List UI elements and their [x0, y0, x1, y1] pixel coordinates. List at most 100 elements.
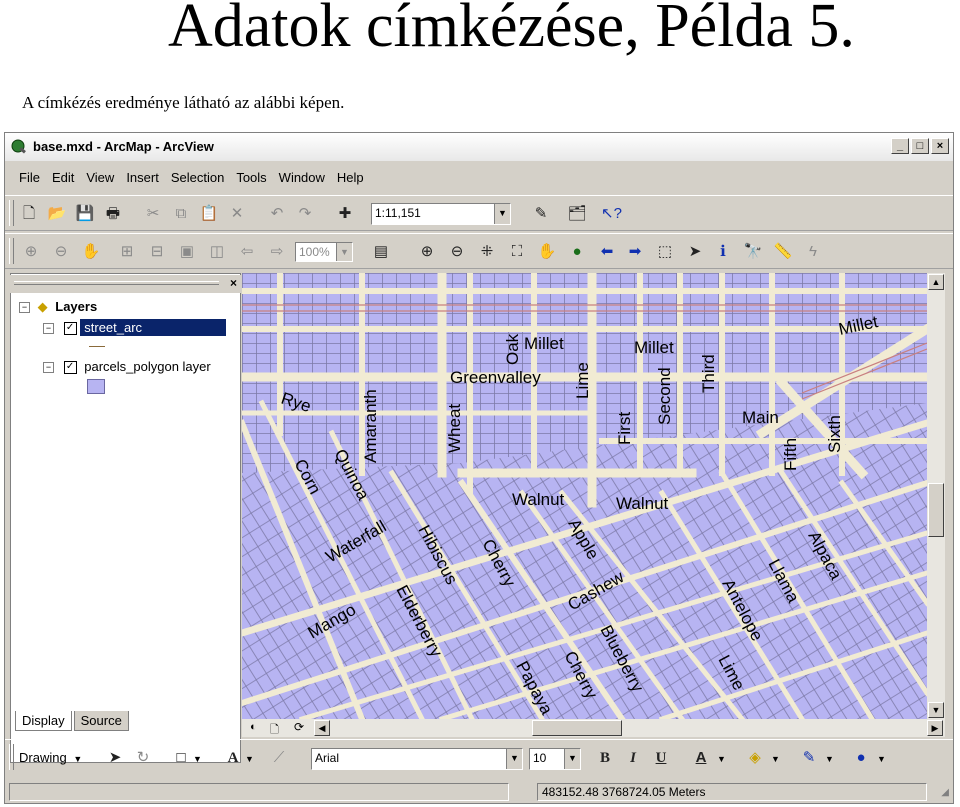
menu-tools[interactable]: Tools: [230, 167, 272, 189]
map-scale-combo[interactable]: 1:11,151 ▼: [371, 203, 511, 225]
chevron-down-icon[interactable]: ▼: [494, 204, 510, 224]
menu-window[interactable]: Window: [273, 167, 331, 189]
font-color-icon[interactable]: A: [691, 748, 711, 768]
paste-icon[interactable]: 📋: [199, 204, 219, 224]
menu-file[interactable]: File: [13, 167, 46, 189]
go-forward-icon[interactable]: ➡: [625, 242, 645, 262]
resize-grip-icon[interactable]: ◢: [941, 787, 949, 798]
zoom-out-layout-icon[interactable]: ⊖: [51, 242, 71, 262]
chevron-down-icon[interactable]: ▼: [336, 243, 352, 261]
chevron-down-icon[interactable]: ▼: [717, 754, 726, 764]
chevron-down-icon[interactable]: ▼: [771, 754, 780, 764]
scroll-down-icon[interactable]: ▼: [928, 702, 944, 718]
scroll-right-icon[interactable]: ▶: [927, 720, 943, 736]
back-extent-layout-icon[interactable]: ⇦: [237, 242, 257, 262]
layout-zoom-combo[interactable]: 100% ▼: [295, 242, 353, 262]
chevron-down-icon[interactable]: ▼: [877, 754, 886, 764]
collapse-icon[interactable]: −: [43, 323, 54, 335]
map-canvas[interactable]: Millet Millet Millet Oak Greenvalley Lim…: [242, 273, 927, 719]
whats-this-help-icon[interactable]: ↖?: [601, 204, 622, 224]
select-elements-icon[interactable]: ➤: [105, 748, 125, 768]
zoom-out-icon[interactable]: ⊖: [447, 242, 467, 262]
tab-source[interactable]: Source: [73, 711, 129, 731]
editor-toolbar-icon[interactable]: ✎: [531, 204, 551, 224]
chevron-down-icon[interactable]: ▼: [193, 754, 202, 764]
toolbar-grip[interactable]: [9, 200, 14, 226]
horizontal-scrollbar[interactable]: ◐ 🗋 ⟳ ◀ ▶: [242, 719, 945, 737]
bold-button[interactable]: B: [595, 748, 615, 768]
rotate-icon[interactable]: ↻: [133, 748, 153, 768]
menu-selection[interactable]: Selection: [165, 167, 230, 189]
select-elements-icon[interactable]: ➤: [685, 242, 705, 262]
title-bar[interactable]: base.mxd - ArcMap - ArcView _ □ ×: [5, 133, 953, 161]
layer-name-street-arc[interactable]: street_arc: [80, 319, 227, 336]
pan-layout-icon[interactable]: ✋: [81, 242, 101, 262]
italic-button[interactable]: I: [623, 748, 643, 768]
chevron-down-icon[interactable]: ▼: [245, 754, 254, 764]
refresh-icon[interactable]: ⟳: [294, 720, 304, 734]
fixed-zoom-in-layout-icon[interactable]: ⊞: [117, 242, 137, 262]
cut-icon[interactable]: ✂: [143, 204, 163, 224]
edit-vertices-icon[interactable]: ⟋: [269, 748, 289, 768]
menu-view[interactable]: View: [80, 167, 120, 189]
close-icon[interactable]: ×: [230, 276, 237, 290]
open-folder-icon[interactable]: 📂: [47, 204, 67, 224]
vertical-scroll-thumb[interactable]: [928, 483, 944, 537]
chevron-down-icon[interactable]: ▼: [506, 749, 522, 769]
chevron-down-icon[interactable]: ▼: [564, 749, 580, 769]
new-text-icon[interactable]: A: [223, 748, 243, 768]
drawing-menu-button[interactable]: Drawing ▼: [19, 750, 82, 765]
menu-insert[interactable]: Insert: [120, 167, 165, 189]
rectangle-icon[interactable]: □: [171, 748, 191, 768]
tab-display[interactable]: Display: [15, 711, 72, 731]
redo-icon[interactable]: ↷: [295, 204, 315, 224]
forward-extent-layout-icon[interactable]: ⇨: [267, 242, 287, 262]
data-view-icon[interactable]: ◐: [250, 721, 257, 733]
zoom-in-layout-icon[interactable]: ⊕: [21, 242, 41, 262]
fixed-zoom-out-icon[interactable]: ⛶: [507, 242, 527, 262]
fill-color-icon[interactable]: ◈: [745, 748, 765, 768]
toc-layers-root[interactable]: − ◆ Layers: [19, 299, 97, 315]
fixed-zoom-out-layout-icon[interactable]: ⊟: [147, 242, 167, 262]
layer-visibility-checkbox[interactable]: ✓: [63, 361, 77, 375]
font-name-combo[interactable]: Arial ▼: [311, 748, 523, 770]
vertical-scrollbar[interactable]: ▲ ▼: [927, 273, 945, 719]
line-color-icon[interactable]: ✎: [799, 748, 819, 768]
horizontal-scroll-thumb[interactable]: [532, 720, 622, 736]
toc-header[interactable]: ×: [10, 275, 241, 293]
zoom-in-icon[interactable]: ⊕: [417, 242, 437, 262]
find-icon[interactable]: 🔭: [743, 242, 763, 262]
toc-layer-parcels[interactable]: − ✓ parcels_polygon layer: [43, 358, 215, 375]
hyperlink-icon[interactable]: ϟ: [803, 242, 823, 262]
copy-icon[interactable]: ⧉: [171, 204, 191, 224]
arccatalog-icon[interactable]: 🗂: [567, 204, 587, 224]
go-back-icon[interactable]: ⬅: [597, 242, 617, 262]
toolbar-grip[interactable]: [9, 238, 14, 264]
undo-icon[interactable]: ↶: [267, 204, 287, 224]
toolbar-grip[interactable]: [9, 744, 14, 770]
menu-edit[interactable]: Edit: [46, 167, 80, 189]
zoom-100-icon[interactable]: ◫: [207, 242, 227, 262]
collapse-icon[interactable]: −: [43, 362, 54, 374]
fixed-zoom-in-icon[interactable]: ⁜: [477, 242, 497, 262]
close-button[interactable]: ×: [931, 138, 949, 154]
collapse-icon[interactable]: −: [19, 302, 30, 314]
select-features-icon[interactable]: ⬚: [655, 242, 675, 262]
new-document-icon[interactable]: 🗋: [19, 204, 39, 224]
identify-icon[interactable]: ℹ: [713, 242, 733, 262]
maximize-button[interactable]: □: [911, 138, 929, 154]
scroll-left-icon[interactable]: ◀: [314, 720, 330, 736]
delete-icon[interactable]: ✕: [227, 204, 247, 224]
layer-name-parcels[interactable]: parcels_polygon layer: [80, 358, 214, 375]
measure-icon[interactable]: 📏: [773, 242, 793, 262]
save-icon[interactable]: 💾: [75, 204, 95, 224]
layout-view-icon[interactable]: 🗋: [270, 721, 279, 740]
print-icon[interactable]: 🖶: [103, 204, 123, 224]
pan-icon[interactable]: ✋: [537, 242, 557, 262]
layer-visibility-checkbox[interactable]: ✓: [63, 322, 77, 336]
chevron-down-icon[interactable]: ▼: [825, 754, 834, 764]
minimize-button[interactable]: _: [891, 138, 909, 154]
zoom-whole-page-icon[interactable]: ▣: [177, 242, 197, 262]
underline-button[interactable]: U: [651, 748, 671, 768]
scroll-up-icon[interactable]: ▲: [928, 274, 944, 290]
